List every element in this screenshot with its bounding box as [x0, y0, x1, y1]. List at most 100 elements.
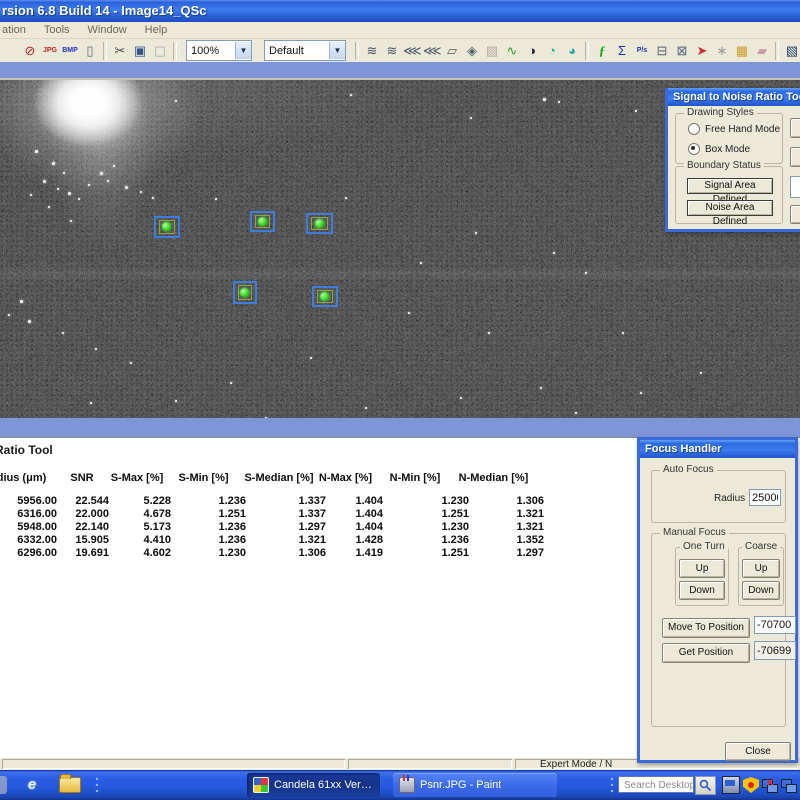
- star-dot: [585, 272, 587, 274]
- snr-marker-box: [250, 211, 275, 232]
- clipped-button[interactable]: [790, 205, 800, 224]
- status-pane: [2, 759, 345, 769]
- scratch-lines-icon[interactable]: ⋘: [403, 42, 421, 60]
- clipped-button[interactable]: [790, 118, 800, 138]
- get-position-value: -70699: [754, 641, 796, 660]
- snr-dialog-title: Signal to Noise Ratio Tool: [673, 91, 800, 103]
- snowflake-icon[interactable]: ∗: [713, 42, 731, 60]
- pie-threequarter-icon[interactable]: ◕: [563, 42, 581, 60]
- document-icon[interactable]: ▯: [81, 42, 99, 60]
- taskbar-task-candela[interactable]: Candela 61xx Version...: [247, 773, 380, 797]
- chevron-down-icon[interactable]: ▼: [329, 42, 345, 59]
- copy-icon[interactable]: ▣: [131, 42, 149, 60]
- menu-item-help[interactable]: Help: [136, 24, 177, 36]
- grid-icon[interactable]: ▦: [733, 42, 751, 60]
- sum-icon[interactable]: Σ: [613, 42, 631, 60]
- close-button[interactable]: Close: [725, 742, 791, 761]
- scanner-icon[interactable]: ⊟: [653, 42, 671, 60]
- move-to-position-input[interactable]: [754, 616, 796, 634]
- contrast-icon[interactable]: ◑: [523, 42, 541, 60]
- table-cell: 4.602: [111, 547, 173, 560]
- table-cell: 5.173: [111, 521, 173, 534]
- radio-icon: [688, 123, 700, 135]
- star-dot: [365, 407, 367, 409]
- folder-icon[interactable]: [59, 777, 81, 793]
- scanner-open-icon[interactable]: ⊠: [673, 42, 691, 60]
- cut-icon[interactable]: ✂: [111, 42, 129, 60]
- table-header-cell: Radius (μm): [0, 472, 57, 485]
- security-alert-icon[interactable]: [743, 777, 759, 793]
- search-desktop-input[interactable]: Search Desktop: [618, 776, 694, 793]
- sphere-icon[interactable]: ◈: [463, 42, 481, 60]
- star-dot: [575, 412, 577, 414]
- get-position-button[interactable]: Get Position: [662, 643, 750, 663]
- network-icon[interactable]: [781, 777, 797, 793]
- menu-item-tools[interactable]: Tools: [35, 24, 79, 36]
- app-titlebar[interactable]: rsion 6.8 Build 14 - Image14_QSc: [0, 0, 800, 22]
- star-dot: [488, 332, 490, 334]
- snr-marker-dot: [258, 217, 267, 226]
- free-hand-mode-radio[interactable]: Free Hand Mode: [688, 123, 780, 135]
- coarse-up-button[interactable]: Up: [742, 559, 780, 578]
- paste-icon[interactable]: ▢: [151, 42, 169, 60]
- star-dot: [470, 117, 472, 119]
- pointer-icon[interactable]: ➤: [693, 42, 711, 60]
- table-cell: 5948.00: [0, 521, 59, 534]
- waves-icon[interactable]: ≋: [363, 42, 381, 60]
- chevron-down-icon[interactable]: ▼: [235, 42, 251, 59]
- focus-handler-titlebar[interactable]: Focus Handler: [640, 440, 795, 458]
- radius-label: Radius: [714, 493, 745, 504]
- export-jpg-icon[interactable]: JPG: [41, 42, 59, 60]
- table-cell: 1.236: [173, 534, 248, 547]
- snr-dialog-titlebar[interactable]: Signal to Noise Ratio Tool: [668, 88, 800, 106]
- waves-plus-icon[interactable]: ≋: [383, 42, 401, 60]
- taskbar-task-paint[interactable]: Psnr.JPG - Paint: [393, 773, 557, 797]
- star-dot: [95, 348, 97, 350]
- eraser-icon[interactable]: ▰: [753, 42, 771, 60]
- pc-printer-icon[interactable]: [722, 776, 740, 794]
- table-cell: 6316.00: [0, 508, 59, 521]
- menu-item-ation[interactable]: ation: [0, 24, 35, 36]
- function-icon[interactable]: ƒ: [593, 42, 611, 60]
- star-dot: [215, 198, 217, 200]
- one-turn-up-button[interactable]: Up: [679, 559, 725, 578]
- move-to-position-button[interactable]: Move To Position: [662, 618, 750, 638]
- clipped-field[interactable]: [790, 176, 800, 198]
- table-cell: 1.404: [328, 521, 385, 534]
- radius-input[interactable]: [749, 489, 781, 506]
- one-turn-down-button[interactable]: Down: [679, 581, 725, 600]
- noise-area-defined-button[interactable]: Noise Area Defined: [687, 200, 773, 216]
- signal-area-defined-button[interactable]: Signal Area Defined: [687, 178, 773, 194]
- table-cell: 6332.00: [0, 534, 59, 547]
- snr-marker-box: [306, 213, 333, 234]
- search-button[interactable]: [695, 776, 716, 795]
- paint-icon: [399, 777, 415, 793]
- image-disabled-icon[interactable]: ▨: [483, 42, 501, 60]
- export-bmp-icon[interactable]: BMP: [61, 42, 79, 60]
- table-cell: 1.230: [385, 521, 471, 534]
- stop-icon[interactable]: ⊘: [21, 42, 39, 60]
- taskbar: e Candela 61xx Version... Psnr.JPG - Pain…: [0, 770, 800, 800]
- scratch-lines-plus-icon[interactable]: ⋘: [423, 42, 441, 60]
- zoom-select[interactable]: 100%▼: [186, 40, 252, 61]
- cascade-windows-icon[interactable]: ▧: [783, 42, 800, 60]
- star-dot: [88, 184, 90, 186]
- box-mode-radio[interactable]: Box Mode: [688, 143, 750, 155]
- preset-select[interactable]: Default▼: [264, 40, 346, 61]
- network-offline-icon[interactable]: ✕: [762, 777, 778, 793]
- star-dot: [107, 180, 109, 182]
- ps-ratio-icon[interactable]: P/s: [633, 42, 651, 60]
- table-cell: 1.321: [248, 534, 328, 547]
- star-dot: [70, 220, 72, 222]
- pie-quarter-icon[interactable]: ◔: [543, 42, 561, 60]
- clipped-button[interactable]: [790, 147, 800, 167]
- app-title: rsion 6.8 Build 14 - Image14_QSc: [0, 3, 206, 18]
- box-3d-icon[interactable]: ▱: [443, 42, 461, 60]
- star-dot: [35, 150, 38, 153]
- table-cell: 1.236: [173, 521, 248, 534]
- focus-handler-dialog: Focus Handler Auto Focus Radius Manual F…: [637, 437, 798, 763]
- profile-chart-icon[interactable]: ∿: [503, 42, 521, 60]
- coarse-down-button[interactable]: Down: [742, 581, 780, 600]
- menu-item-window[interactable]: Window: [79, 24, 136, 36]
- internet-explorer-icon[interactable]: e: [23, 776, 41, 794]
